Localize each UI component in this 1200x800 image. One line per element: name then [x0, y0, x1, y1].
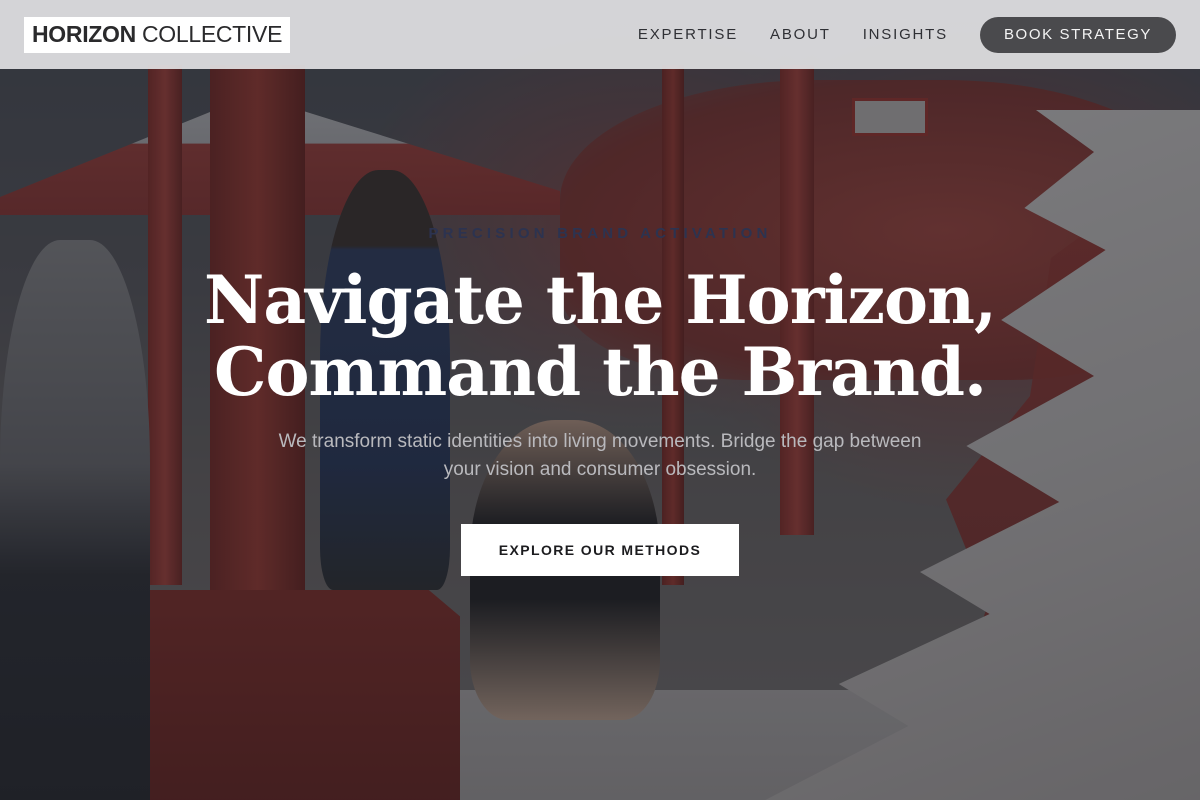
logo-word-strong: HORIZON — [32, 21, 136, 47]
brand-logo[interactable]: HORIZON COLLECTIVE — [24, 16, 291, 53]
logo-word-light: COLLECTIVE — [141, 21, 283, 47]
nav-link-expertise[interactable]: EXPERTISE — [638, 26, 738, 43]
explore-methods-button[interactable]: EXPLORE OUR METHODS — [461, 524, 739, 576]
hero-headline: Navigate the Horizon, Command the Brand. — [0, 264, 1200, 408]
headline-line-2: Command the Brand. — [214, 333, 987, 411]
nav-link-about[interactable]: ABOUT — [770, 26, 831, 43]
hero-eyebrow: PRECISION BRAND ACTIVATION — [428, 225, 772, 242]
book-strategy-button[interactable]: BOOK STRATEGY — [979, 16, 1176, 53]
main-nav: EXPERTISE ABOUT INSIGHTS BOOK STRATEGY — [638, 16, 1176, 53]
hero-subtext: We transform static identities into livi… — [278, 431, 922, 480]
headline-line-1: Navigate the Horizon, — [203, 261, 997, 339]
nav-link-insights[interactable]: INSIGHTS — [863, 26, 948, 43]
site-header: HORIZON COLLECTIVE EXPERTISE ABOUT INSIG… — [0, 0, 1200, 69]
